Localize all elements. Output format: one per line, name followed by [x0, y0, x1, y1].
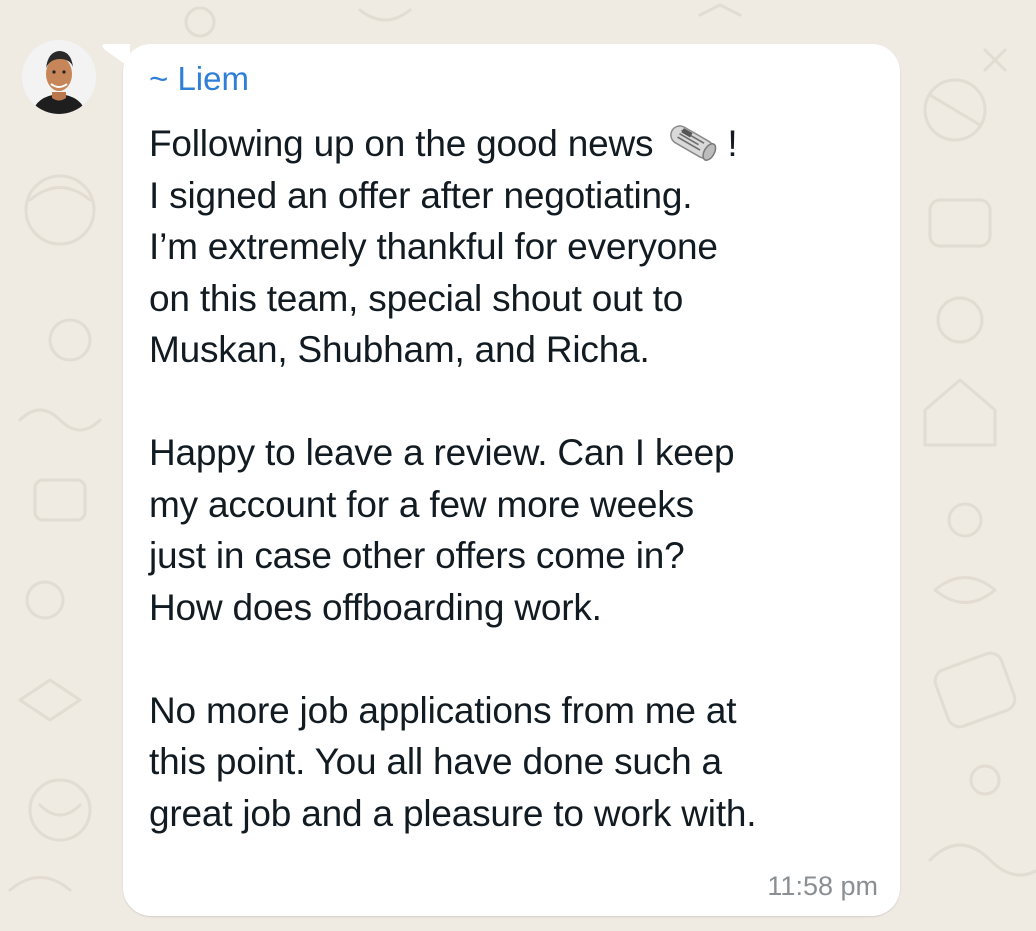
message-line: on this team, special shout out to: [149, 277, 684, 319]
person-avatar-icon: [22, 40, 96, 114]
message-text: Following up on the good news ! I signed…: [149, 118, 884, 839]
message-line-text: Following up on the good news: [149, 123, 654, 164]
message-line: No more job applications from me at: [149, 689, 737, 731]
message-line: this point. You all have done such a: [149, 741, 722, 782]
message-line: How does offboarding work.: [149, 586, 602, 628]
message-line: great job and a pleasure to work with.: [149, 792, 757, 834]
message-line: Muskan, Shubham, and Richa.: [149, 329, 650, 370]
message-bubble[interactable]: ~ Liem Following up on the good news ! I…: [123, 44, 900, 916]
message-line: I’m extremely thankful for everyone: [149, 226, 718, 267]
message-timestamp: 11:58 pm: [767, 871, 878, 901]
message-line: just in case other offers come in?: [149, 535, 685, 576]
message-line: Happy to leave a review. Can I keep: [149, 432, 735, 473]
message-line: I signed an offer after negotiating.: [149, 174, 693, 216]
sender-avatar[interactable]: [22, 40, 96, 114]
sender-name[interactable]: ~ Liem: [149, 60, 249, 98]
rolled-up-newspaper-icon: [663, 122, 721, 176]
message-line: Following up on the good news !: [149, 118, 884, 170]
message-line-text: !: [727, 123, 738, 164]
message-line: my account for a few more weeks: [149, 483, 694, 525]
